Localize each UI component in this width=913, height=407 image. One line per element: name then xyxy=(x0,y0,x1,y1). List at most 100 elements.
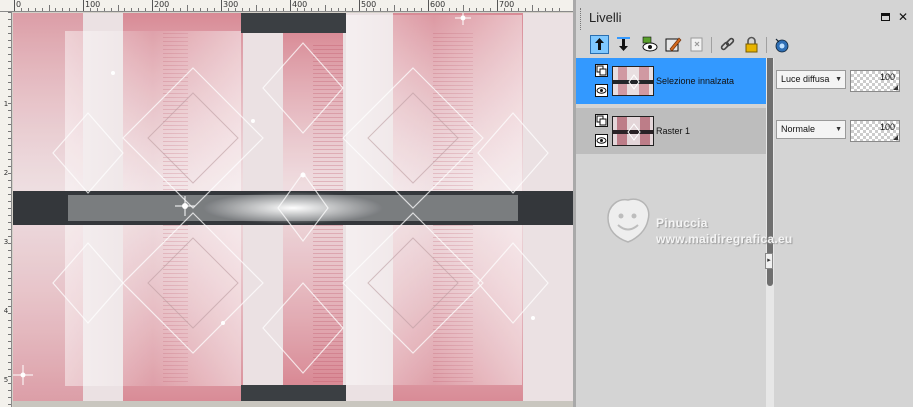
ruler-minor-tick xyxy=(8,278,11,279)
ruler-minor-tick xyxy=(8,152,11,153)
ruler-minor-tick xyxy=(503,8,505,11)
image-canvas[interactable] xyxy=(13,13,573,403)
ruler-minor-tick xyxy=(207,8,209,11)
ruler-minor-tick xyxy=(490,8,492,11)
ruler-minor-tick xyxy=(158,8,160,11)
ruler-minor-tick xyxy=(407,8,409,11)
ruler-minor-tick xyxy=(8,236,11,237)
ruler-horizontal: 0 100 200 300 400 500 600 700 xyxy=(0,0,573,12)
ruler-tick xyxy=(152,0,153,11)
ruler-minor-tick xyxy=(8,376,11,377)
chevron-right-icon[interactable]: ▸ xyxy=(765,253,773,269)
ruler-minor-tick xyxy=(8,166,11,167)
ruler-label: 400 xyxy=(292,0,308,9)
ruler-minor-tick xyxy=(8,12,11,13)
dropdown-arrow-icon: ▼ xyxy=(835,126,842,133)
dropdown-arrow-icon: ▼ xyxy=(835,76,842,83)
move-layer-down-icon[interactable] xyxy=(614,35,633,54)
horizontal-scrollbar[interactable] xyxy=(13,401,573,407)
ruler-label: 200 xyxy=(154,0,170,9)
opacity-value: 100 xyxy=(879,122,895,132)
ruler-minor-tick xyxy=(227,8,229,11)
ruler-minor-tick xyxy=(8,257,11,258)
opacity-slider-icon xyxy=(893,135,898,140)
ruler-minor-tick xyxy=(48,5,50,11)
link-layers-icon[interactable] xyxy=(718,35,737,54)
ruler-minor-tick xyxy=(8,75,11,76)
ruler-minor-tick xyxy=(8,124,11,125)
ruler-minor-tick xyxy=(8,117,11,118)
canvas-artwork xyxy=(13,13,573,403)
ruler-minor-tick xyxy=(8,103,11,104)
layer-row[interactable]: Selezione innalzata xyxy=(576,58,768,104)
ruler-label: 1 xyxy=(3,100,9,108)
ruler-minor-tick xyxy=(303,8,305,11)
ruler-minor-tick xyxy=(448,8,450,11)
ruler-minor-tick xyxy=(41,8,43,11)
ruler-tick xyxy=(290,0,291,11)
ruler-minor-tick xyxy=(8,299,11,300)
ruler-minor-tick xyxy=(69,8,71,11)
ruler-minor-tick xyxy=(124,8,126,11)
ruler-vertical: 12345 xyxy=(0,12,12,407)
ruler-minor-tick xyxy=(8,243,11,244)
panel-menu-icon[interactable] xyxy=(880,12,892,24)
close-icon[interactable]: ✕ xyxy=(898,9,912,25)
ruler-minor-tick xyxy=(455,8,457,11)
ruler-minor-tick xyxy=(8,194,11,195)
ruler-minor-tick xyxy=(8,159,11,160)
ruler-minor-tick xyxy=(234,8,236,11)
ruler-minor-tick xyxy=(138,8,140,11)
ruler-minor-tick xyxy=(255,5,257,11)
ruler-minor-tick xyxy=(262,8,264,11)
ruler-minor-tick xyxy=(324,5,326,11)
opacity-slider-icon xyxy=(893,85,898,90)
blend-mode-select[interactable]: Normale ▼ xyxy=(776,120,846,139)
ruler-minor-tick xyxy=(8,390,11,391)
layer-row[interactable]: Raster 1 xyxy=(576,108,768,154)
ruler-minor-tick xyxy=(8,180,11,181)
ruler-minor-tick xyxy=(20,8,22,11)
eye-icon[interactable] xyxy=(595,84,608,97)
ruler-minor-tick xyxy=(8,285,11,286)
delete-layer-icon[interactable] xyxy=(688,35,707,54)
layer-properties: Luce diffusa ▼ 100 Normale ▼ 100 xyxy=(774,58,913,407)
ruler-minor-tick xyxy=(338,8,340,11)
layer-properties-row: Luce diffusa ▼ 100 xyxy=(774,58,913,104)
lock-layer-icon[interactable] xyxy=(742,35,761,54)
ruler-minor-tick xyxy=(524,8,526,11)
ruler-minor-tick xyxy=(8,68,11,69)
layer-type-icon xyxy=(595,114,608,127)
panel-grip[interactable] xyxy=(580,8,584,30)
ruler-minor-tick xyxy=(8,201,11,202)
ruler-minor-tick xyxy=(34,8,36,11)
ruler-minor-tick xyxy=(531,5,533,11)
visibility-toggle-icon[interactable] xyxy=(640,35,659,54)
ruler-minor-tick xyxy=(214,8,216,11)
layer-properties-row: Normale ▼ 100 xyxy=(774,108,913,154)
mask-icon[interactable] xyxy=(772,35,791,54)
ruler-minor-tick xyxy=(469,8,471,11)
ruler-minor-tick xyxy=(8,208,11,209)
opacity-field[interactable]: 100 xyxy=(850,70,900,92)
ruler-minor-tick xyxy=(8,369,11,370)
ruler-minor-tick xyxy=(365,8,367,11)
ruler-minor-tick xyxy=(414,8,416,11)
ruler-minor-tick xyxy=(8,229,11,230)
ruler-minor-tick xyxy=(8,40,11,41)
ruler-label: 700 xyxy=(499,0,515,9)
ruler-minor-tick xyxy=(8,397,11,398)
opacity-field[interactable]: 100 xyxy=(850,120,900,142)
scrollbar-thumb[interactable] xyxy=(767,58,773,286)
ruler-minor-tick xyxy=(8,355,11,356)
layer-properties-icon[interactable] xyxy=(664,35,683,54)
ruler-minor-tick xyxy=(296,8,298,11)
eye-icon[interactable] xyxy=(595,134,608,147)
ruler-minor-tick xyxy=(393,5,395,11)
layers-panel: Livelli ✕ Selezione innalzata Raster 1 ▸… xyxy=(576,0,913,407)
ruler-minor-tick xyxy=(62,8,64,11)
layer-list-scrollbar[interactable] xyxy=(766,58,774,407)
move-layer-up-icon[interactable] xyxy=(590,35,609,54)
blend-mode-select[interactable]: Luce diffusa ▼ xyxy=(776,70,846,89)
ruler-minor-tick xyxy=(8,96,11,97)
